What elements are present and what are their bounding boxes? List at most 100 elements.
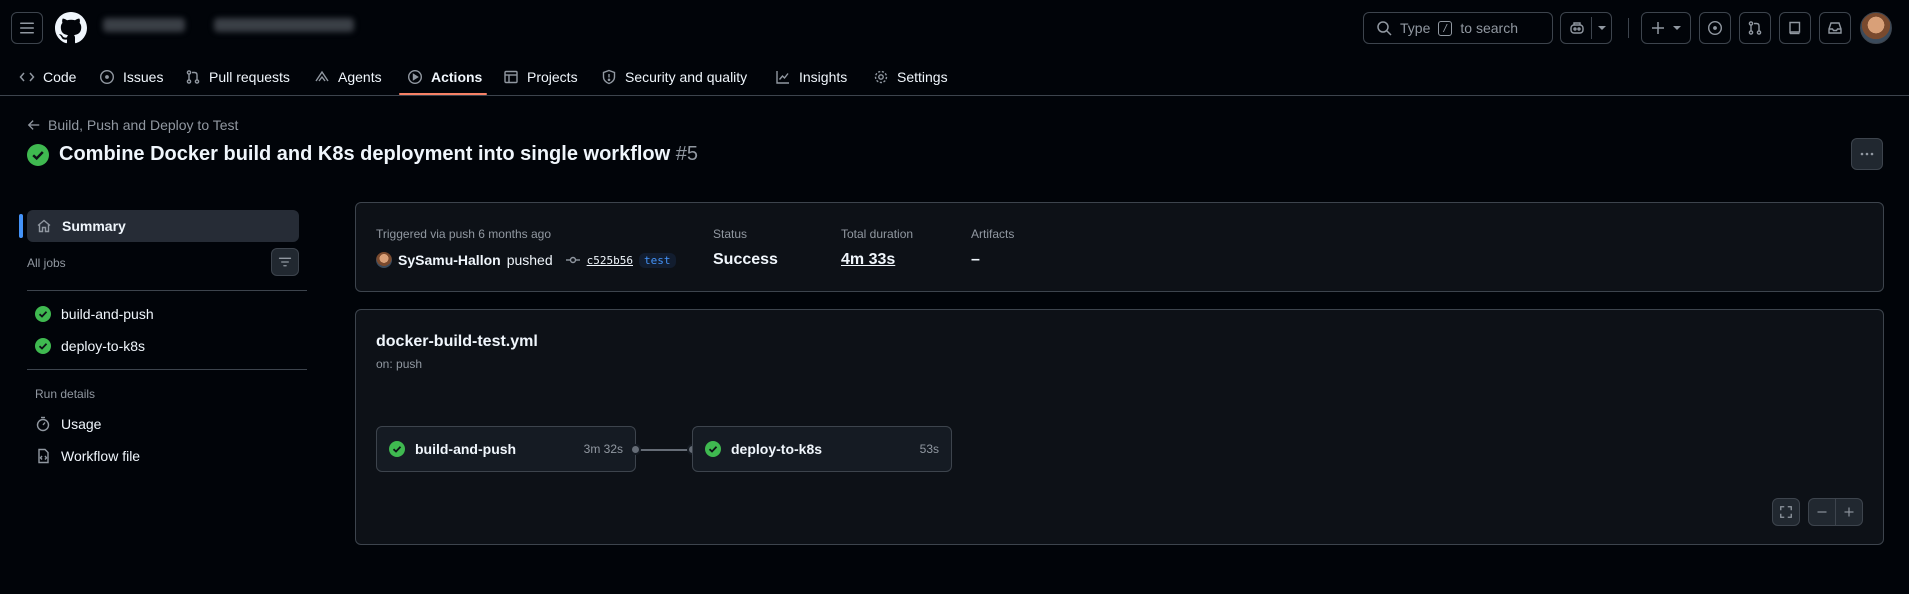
check-circle-fill-icon bbox=[389, 441, 405, 457]
check-circle-fill-icon bbox=[705, 441, 721, 457]
graph-job-name: build-and-push bbox=[415, 441, 517, 457]
branch-label[interactable]: test bbox=[639, 252, 676, 268]
actor-avatar[interactable] bbox=[376, 252, 392, 268]
sidebar-job-deploy-to-k8s[interactable]: deploy-to-k8s bbox=[35, 338, 145, 354]
issue-opened-icon bbox=[1707, 20, 1723, 36]
check-circle-fill-icon bbox=[35, 306, 51, 322]
repositories-icon-button[interactable] bbox=[1779, 12, 1811, 44]
repo-icon bbox=[1789, 21, 1801, 35]
connector-dot bbox=[630, 444, 641, 455]
top-header: Type / to search Code Issues Pull reques… bbox=[0, 0, 1909, 96]
tab-actions-label: Actions bbox=[431, 69, 483, 85]
search-shortcut-key: / bbox=[1438, 20, 1453, 36]
issue-opened-icon bbox=[99, 69, 115, 85]
graph-job-duration: 53s bbox=[919, 442, 939, 456]
tab-agents-label: Agents bbox=[338, 69, 382, 85]
tab-actions[interactable]: Actions bbox=[407, 58, 482, 96]
sidebar-divider bbox=[27, 369, 307, 370]
artifacts-value: – bbox=[971, 251, 980, 268]
graph-job-duration: 3m 32s bbox=[583, 442, 623, 456]
search-icon bbox=[1377, 21, 1392, 36]
tab-pull-requests[interactable]: Pull requests bbox=[185, 58, 290, 96]
file-code-icon bbox=[38, 448, 49, 464]
plus-icon bbox=[1652, 22, 1664, 34]
run-details-heading: Run details bbox=[35, 387, 96, 401]
search-input[interactable]: Type / to search bbox=[1363, 12, 1553, 44]
tab-issues-label: Issues bbox=[123, 69, 164, 85]
commit-sha-link[interactable]: c525b56 bbox=[587, 254, 633, 267]
tab-security[interactable]: Security and quality bbox=[601, 58, 747, 96]
trigger-text: Triggered via push 6 months ago bbox=[376, 227, 551, 241]
sidebar-job-build-and-push[interactable]: build-and-push bbox=[35, 306, 154, 322]
status-label: Status bbox=[713, 227, 748, 241]
sidebar-summary-label: Summary bbox=[62, 218, 126, 234]
chevron-down-icon bbox=[1673, 26, 1681, 30]
agent-icon bbox=[315, 70, 329, 82]
back-to-workflow-link[interactable]: Build, Push and Deploy to Test bbox=[27, 117, 238, 133]
zoom-in-button[interactable] bbox=[1835, 498, 1863, 526]
status-value: Success bbox=[713, 251, 778, 268]
hamburger-menu-icon[interactable] bbox=[11, 12, 43, 44]
git-commit-icon bbox=[565, 256, 580, 264]
user-avatar[interactable] bbox=[1860, 12, 1892, 44]
more-options-button[interactable] bbox=[1851, 138, 1883, 170]
check-circle-fill-icon bbox=[35, 338, 51, 354]
code-icon bbox=[19, 72, 35, 82]
tab-issues[interactable]: Issues bbox=[99, 58, 163, 96]
all-jobs-heading: All jobs bbox=[27, 256, 66, 270]
job-connector-line bbox=[636, 449, 692, 451]
trigger-details: SySamu-Hallon pushed c525b56 test bbox=[376, 252, 676, 268]
github-logo-icon[interactable] bbox=[55, 12, 87, 44]
repo-nav: Code Issues Pull requests Agents Actions… bbox=[0, 58, 1909, 96]
tab-agents[interactable]: Agents bbox=[314, 58, 382, 96]
sidebar-usage-label: Usage bbox=[61, 416, 102, 432]
stopwatch-icon bbox=[36, 416, 50, 432]
filter-jobs-button[interactable] bbox=[271, 248, 299, 276]
tab-insights[interactable]: Insights bbox=[775, 58, 847, 96]
repo-owner-blurred[interactable] bbox=[103, 18, 185, 32]
back-link-label: Build, Push and Deploy to Test bbox=[48, 117, 239, 133]
copilot-button[interactable] bbox=[1560, 12, 1612, 44]
zoom-out-button[interactable] bbox=[1808, 498, 1836, 526]
sidebar-workflow-file-label: Workflow file bbox=[61, 448, 141, 464]
repo-name-blurred[interactable] bbox=[214, 18, 354, 32]
graph-job-build-and-push[interactable]: build-and-push 3m 32s bbox=[376, 426, 636, 472]
actor-link[interactable]: SySamu-Hallon bbox=[398, 252, 501, 268]
header-divider bbox=[1628, 18, 1629, 38]
create-new-button[interactable] bbox=[1641, 12, 1691, 44]
git-pull-request-icon bbox=[1748, 21, 1762, 35]
dash-icon bbox=[1817, 511, 1827, 513]
search-placeholder-prefix: Type bbox=[1400, 20, 1431, 36]
tab-code-label: Code bbox=[43, 69, 77, 85]
tab-insights-label: Insights bbox=[799, 69, 848, 85]
sidebar-item-summary[interactable]: Summary bbox=[27, 210, 299, 242]
chevron-down-icon bbox=[1598, 26, 1606, 30]
sidebar-item-usage[interactable]: Usage bbox=[35, 416, 101, 432]
sidebar-job-label: build-and-push bbox=[61, 306, 154, 322]
sidebar-item-workflow-file[interactable]: Workflow file bbox=[35, 448, 140, 464]
run-title: Combine Docker build and K8s deployment … bbox=[59, 143, 671, 165]
inbox-icon-button[interactable] bbox=[1819, 12, 1851, 44]
duration-value-link[interactable]: 4m 33s bbox=[841, 251, 895, 269]
tab-security-label: Security and quality bbox=[625, 69, 748, 85]
tab-projects[interactable]: Projects bbox=[503, 58, 578, 96]
check-circle-fill-icon bbox=[27, 143, 49, 166]
filter-icon bbox=[278, 257, 292, 267]
git-pull-request-icon bbox=[186, 70, 200, 84]
graph-icon bbox=[776, 71, 789, 84]
pull-requests-icon-button[interactable] bbox=[1739, 12, 1771, 44]
graph-job-deploy-to-k8s[interactable]: deploy-to-k8s 53s bbox=[692, 426, 952, 472]
tab-settings[interactable]: Settings bbox=[873, 58, 948, 96]
tab-projects-label: Projects bbox=[527, 69, 578, 85]
play-icon bbox=[407, 69, 423, 85]
fullscreen-button[interactable] bbox=[1772, 498, 1800, 526]
active-tab-underline bbox=[399, 93, 487, 95]
issues-icon-button[interactable] bbox=[1699, 12, 1731, 44]
inbox-icon bbox=[1828, 22, 1842, 34]
tab-code[interactable]: Code bbox=[19, 58, 76, 96]
artifacts-label: Artifacts bbox=[971, 227, 1015, 241]
tab-settings-label: Settings bbox=[897, 69, 948, 85]
workflow-file-name[interactable]: docker-build-test.yml bbox=[376, 333, 538, 351]
run-summary-card: Triggered via push 6 months ago SySamu-H… bbox=[355, 202, 1884, 292]
arrow-left-icon bbox=[27, 120, 40, 130]
